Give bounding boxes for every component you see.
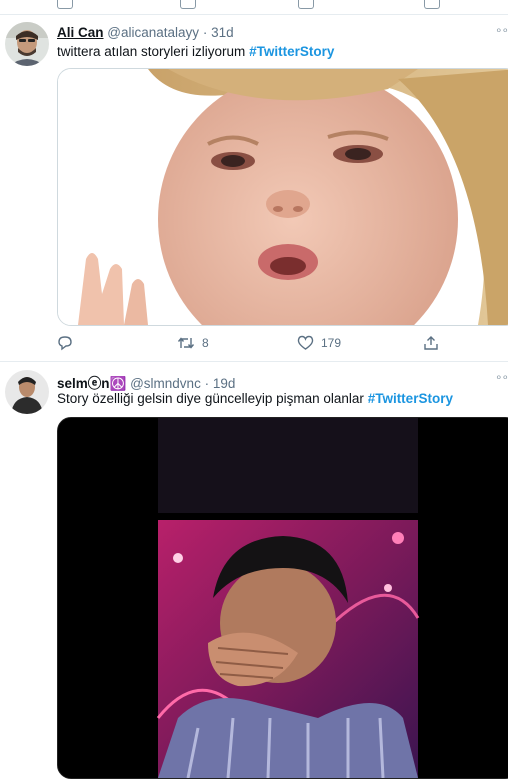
tweet-text: Story özelliği gelsin diye güncelleyip p…	[57, 391, 453, 406]
like-icon	[297, 335, 314, 350]
retweet-button[interactable]: 8	[177, 335, 209, 351]
tweet[interactable]: selmⓔn☮️ @slmndvnc · 19d ∘∘ Story özelli…	[0, 362, 508, 779]
reply-icon	[58, 336, 72, 351]
hashtag-link[interactable]: #TwitterStory	[249, 44, 334, 59]
handle[interactable]: @alicanatalayy	[107, 25, 199, 40]
crying-girl-photo	[58, 69, 508, 325]
avatar[interactable]	[5, 22, 49, 66]
tweet-actions: 8 179	[57, 335, 497, 355]
like-icon[interactable]	[298, 0, 314, 9]
more-options-icon[interactable]: ∘∘	[495, 23, 508, 37]
retweet-icon[interactable]	[180, 0, 196, 9]
timestamp[interactable]: 31d	[211, 25, 234, 40]
tweet-video[interactable]	[57, 417, 508, 779]
share-button[interactable]	[423, 335, 439, 351]
timestamp[interactable]: 19d	[213, 376, 236, 391]
tweet-image[interactable]	[57, 68, 508, 326]
more-options-icon[interactable]: ∘∘	[495, 370, 508, 384]
display-name[interactable]: selmⓔn☮️	[57, 376, 126, 391]
hashtag-link[interactable]: #TwitterStory	[368, 391, 453, 406]
tweet-header: Ali Can @alicanatalayy · 31d	[57, 25, 234, 40]
reply-button[interactable]	[57, 335, 73, 351]
tweet-header: selmⓔn☮️ @slmndvnc · 19d	[57, 372, 235, 392]
avatar[interactable]	[5, 370, 49, 414]
tweet[interactable]: Ali Can @alicanatalayy · 31d ∘∘ twittera…	[0, 15, 508, 361]
handle[interactable]: @slmndvnc	[130, 376, 201, 391]
tweet-body: twittera atılan storyleri izliyorum	[57, 44, 246, 59]
display-name[interactable]: Ali Can	[57, 25, 104, 40]
separator: ·	[202, 25, 208, 40]
retweet-count: 8	[202, 336, 209, 350]
like-button[interactable]: 179	[297, 335, 341, 351]
like-count: 179	[321, 336, 342, 350]
share-icon[interactable]	[424, 0, 440, 9]
previous-tweet-actions	[0, 0, 508, 15]
separator: ·	[204, 376, 210, 391]
tweet-text: twittera atılan storyleri izliyorum #Twi…	[57, 44, 334, 59]
video-thumbnail	[58, 418, 508, 778]
reply-icon[interactable]	[57, 0, 73, 9]
tweet-body: Story özelliği gelsin diye güncelleyip p…	[57, 391, 364, 406]
retweet-icon	[177, 337, 195, 349]
share-icon	[424, 336, 438, 350]
